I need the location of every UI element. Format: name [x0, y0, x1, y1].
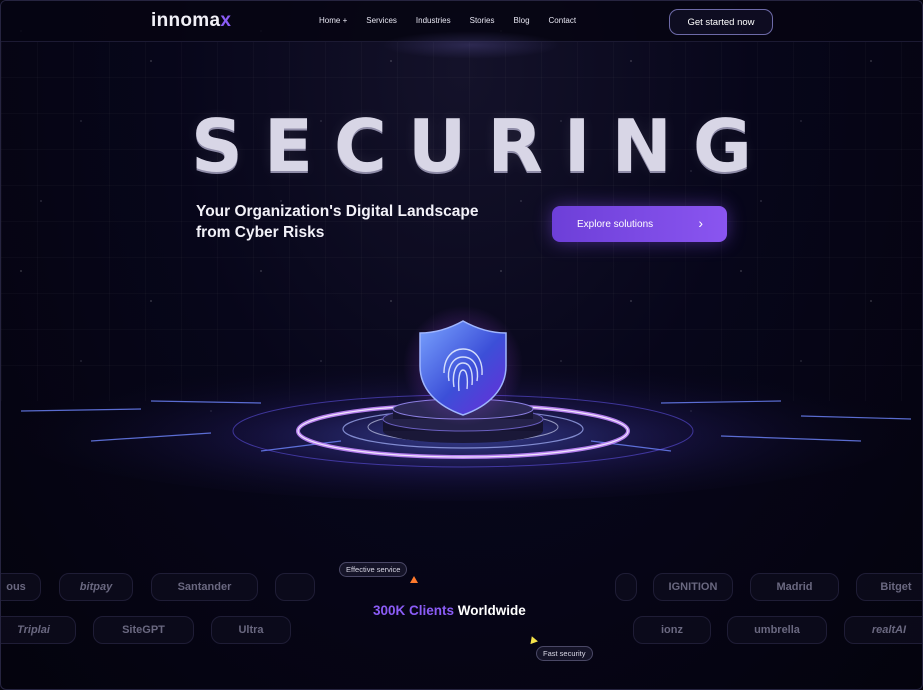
client-logo: Madrid	[750, 573, 839, 601]
effective-service-tag: Effective service	[339, 562, 408, 577]
get-started-button[interactable]: Get started now	[669, 9, 773, 35]
nav-item-contact[interactable]: Contact	[549, 16, 577, 25]
landing-page: innomax Home + Services Industries Stori…	[0, 0, 923, 690]
client-logo: ous	[1, 573, 41, 601]
nav-item-blog[interactable]: Blog	[514, 16, 530, 25]
client-logo: bitpay	[59, 573, 133, 601]
client-logos-band: ous bitpay Santander IGNITION Madrid Bit…	[1, 501, 922, 689]
nav-item-services[interactable]: Services	[366, 16, 397, 25]
client-logo: Bitget	[856, 573, 922, 601]
chevron-right-icon: ›	[698, 215, 703, 231]
clients-count-suffix: Worldwide	[454, 603, 526, 618]
client-logo: SiteGPT	[93, 616, 194, 644]
nav-item-industries[interactable]: Industries	[416, 16, 451, 25]
client-logo: Triplai	[1, 616, 76, 644]
client-logo	[615, 573, 637, 601]
hero-subline-1: Your Organization's Digital Landscape	[196, 203, 479, 220]
clients-count-heading: 300K Clients Worldwide	[373, 603, 526, 618]
brand-logo[interactable]: innomax	[151, 10, 231, 32]
client-logo: Santander	[151, 573, 258, 601]
nav-item-stories[interactable]: Stories	[470, 16, 495, 25]
client-logo: Ultra	[211, 616, 291, 644]
client-logo: ionz	[633, 616, 711, 644]
fast-security-tag: Fast security	[536, 646, 593, 661]
explore-solutions-button[interactable]: Explore solutions ›	[552, 206, 727, 242]
main-menu: Home + Services Industries Stories Blog …	[319, 16, 595, 25]
hero-subheadline: Your Organization's Digital Landscape fr…	[196, 201, 496, 243]
nav-glow-decoration	[381, 31, 561, 59]
nav-item-home[interactable]: Home +	[319, 16, 347, 25]
client-logo: realtAI	[844, 616, 922, 644]
explore-solutions-label: Explore solutions	[577, 218, 654, 230]
cursor-pointer-icon	[410, 576, 418, 583]
shield-platform-illustration	[1, 306, 922, 501]
client-logo: IGNITION	[653, 573, 733, 601]
client-logo	[275, 573, 315, 601]
client-logo: umbrella	[727, 616, 827, 644]
clients-count-highlight: 300K Clients	[373, 603, 455, 618]
brand-accent-letter: x	[220, 10, 232, 31]
hero-subline-2: from Cyber Risks	[196, 224, 325, 241]
hero-headline: SECURING	[191, 104, 773, 188]
brand-name: innoma	[151, 10, 221, 31]
